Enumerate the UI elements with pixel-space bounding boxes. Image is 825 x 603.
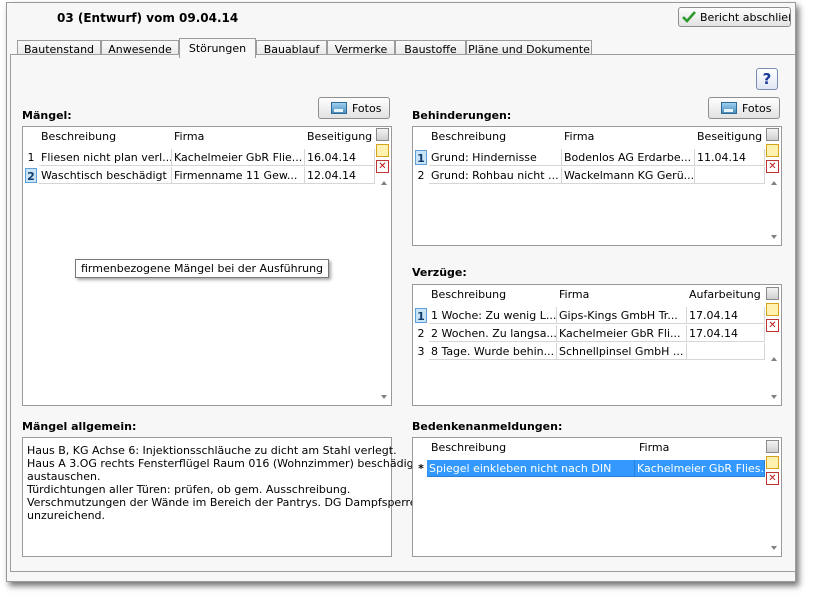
cell-beschreibung[interactable]: Spiegel einkleben nicht nach DIN [427, 460, 635, 477]
help-button[interactable]: ? [756, 68, 778, 90]
photo-icon [331, 102, 347, 114]
bedenken-new-icon[interactable] [766, 456, 779, 469]
checkmark-icon [682, 11, 696, 23]
memo-line: Haus B, KG Achse 6: Injektionsschläuche … [27, 444, 397, 457]
cell-beseitigung[interactable]: 11.04.14 [695, 149, 765, 166]
col-header-aufarbeitung[interactable]: Aufarbeitung [689, 288, 761, 301]
table-row[interactable]: 3 8 Tage. Wurde behin... Schnellpinsel G… [413, 343, 765, 360]
cell-firma[interactable]: Kachelmeier GbR Flie... [172, 149, 305, 166]
maengel-new-icon[interactable] [376, 144, 389, 157]
col-header-firma[interactable]: Firma [174, 130, 204, 143]
row-number: 2 [25, 168, 37, 183]
photo-icon [721, 102, 737, 114]
col-header-beseitigung[interactable]: Beseitigung [307, 130, 372, 143]
cell-firma[interactable]: Gips-Kings GmbH Tr... [557, 307, 687, 324]
scrollbar[interactable] [377, 147, 391, 405]
tab-stoerungen[interactable]: Störungen [179, 38, 256, 58]
bedenken-grid[interactable]: Beschreibung Firma * Spiegel einkleben n… [412, 437, 782, 557]
cell-firma[interactable]: Wackelmann KG Gerü... [562, 167, 695, 184]
cell-firma[interactable]: Firmenname 11 Gew... [172, 167, 305, 184]
table-row[interactable]: 2 Grund: Rohbau nicht ... Wackelmann KG … [413, 167, 765, 184]
cell-beschreibung[interactable]: Fliesen nicht plan verl... [39, 149, 172, 166]
table-row[interactable]: 2 2 Wochen. Zu langsa... Kachelmeier GbR… [413, 325, 765, 342]
row-number: 1 [27, 151, 35, 164]
table-row[interactable]: 1 Grund: Hindernisse Bodenlos AG Erdarbe… [413, 149, 765, 166]
scroll-down-icon[interactable] [381, 395, 387, 399]
col-header-beschreibung[interactable]: Beschreibung [431, 130, 506, 143]
bedenken-title: Bedenkenanmeldungen: [412, 420, 563, 433]
maengel-search-icon[interactable] [376, 128, 389, 141]
col-header-firma[interactable]: Firma [639, 441, 669, 454]
cell-beschreibung[interactable]: Waschtisch beschädigt [39, 167, 172, 184]
col-header-firma[interactable]: Firma [559, 288, 589, 301]
scroll-up-icon[interactable] [771, 357, 777, 361]
verzuege-title: Verzüge: [412, 266, 467, 279]
col-header-beschreibung[interactable]: Beschreibung [431, 441, 506, 454]
cell-beschreibung[interactable]: Grund: Hindernisse [429, 149, 562, 166]
col-header-beschreibung[interactable]: Beschreibung [431, 288, 506, 301]
maengel-photos-button[interactable]: Fotos [318, 97, 390, 119]
table-row[interactable]: 1 Fliesen nicht plan verl... Kachelmeier… [23, 149, 375, 166]
table-row[interactable]: 1 1 Woche: Zu wenig L... Gips-Kings GmbH… [413, 307, 765, 324]
photos-label: Fotos [352, 101, 382, 115]
verzuege-search-icon[interactable] [766, 287, 779, 300]
cell-beschreibung[interactable]: 2 Wochen. Zu langsa... [429, 325, 557, 342]
memo-line: Haus A 3.OG rechts Fensterflügel Raum 01… [27, 457, 435, 470]
behinderungen-title: Behinderungen: [412, 109, 512, 122]
memo-line: Türdichtungen aller Türen: prüfen, ob ge… [27, 483, 351, 496]
window-title: 03 (Entwurf) vom 09.04.14 [57, 11, 239, 25]
bedenken-search-icon[interactable] [766, 440, 779, 453]
cell-aufarbeitung[interactable]: 17.04.14 [687, 325, 765, 342]
finish-report-button[interactable]: Bericht abschließe [678, 7, 791, 27]
cell-firma[interactable]: Bodenlos AG Erdarbe... [562, 149, 695, 166]
maengel-title: Mängel: [22, 109, 72, 122]
behinderungen-new-icon[interactable] [766, 144, 779, 157]
verzuege-delete-icon[interactable]: ✕ [766, 319, 779, 332]
cell-firma[interactable]: Kachelmeier GbR Flies... [635, 460, 765, 477]
col-header-firma[interactable]: Firma [564, 130, 594, 143]
row-number: 1 [415, 150, 427, 165]
cell-aufarbeitung[interactable] [687, 343, 765, 360]
row-number: 1 [415, 308, 427, 323]
memo-line: austauschen. [27, 470, 101, 483]
memo-line: unzureichend. [27, 509, 106, 522]
maengel-tooltip: firmenbezogene Mängel bei der Ausführung [75, 259, 330, 278]
behinderungen-grid[interactable]: Beschreibung Firma Beseitigung 1 Grund: … [412, 126, 782, 246]
scroll-down-icon[interactable] [771, 235, 777, 239]
row-number: * [418, 462, 424, 475]
bedenken-delete-icon[interactable]: ✕ [766, 472, 779, 485]
behinderungen-search-icon[interactable] [766, 128, 779, 141]
cell-beseitigung[interactable]: 12.04.14 [305, 167, 375, 184]
row-number: 2 [417, 169, 425, 182]
scroll-down-icon[interactable] [771, 546, 777, 550]
behinderungen-photos-button[interactable]: Fotos [708, 97, 780, 119]
verzuege-grid[interactable]: Beschreibung Firma Aufarbeitung 1 1 Woch… [412, 284, 782, 406]
cell-firma[interactable]: Kachelmeier GbR Fli... [557, 325, 687, 342]
maengel-delete-icon[interactable]: ✕ [376, 160, 389, 173]
table-row[interactable]: 2 Waschtisch beschädigt Firmenname 11 Ge… [23, 167, 375, 184]
row-number: 3 [417, 345, 425, 358]
cell-beseitigung[interactable] [695, 167, 765, 184]
cell-aufarbeitung[interactable]: 17.04.14 [687, 307, 765, 324]
table-row[interactable]: * Spiegel einkleben nicht nach DIN Kache… [413, 460, 765, 477]
row-number: 2 [417, 327, 425, 340]
cell-beschreibung[interactable]: 1 Woche: Zu wenig L... [429, 307, 557, 324]
verzuege-new-icon[interactable] [766, 303, 779, 316]
scroll-up-icon[interactable] [771, 181, 777, 185]
memo-line: Verschmutzungen der Wände im Bereich der… [27, 496, 417, 509]
col-header-beschreibung[interactable]: Beschreibung [41, 130, 116, 143]
cell-beschreibung[interactable]: Grund: Rohbau nicht ... [429, 167, 562, 184]
cell-firma[interactable]: Schnellpinsel GmbH ... [557, 343, 687, 360]
photos-label: Fotos [742, 101, 772, 115]
finish-report-label: Bericht abschließe [700, 10, 790, 24]
scroll-down-icon[interactable] [771, 395, 777, 399]
behinderungen-delete-icon[interactable]: ✕ [766, 160, 779, 173]
maengel-allgemein-textarea[interactable]: Haus B, KG Achse 6: Injektionsschläuche … [22, 437, 435, 557]
maengel-allgemein-title: Mängel allgemein: [22, 420, 137, 433]
scroll-up-icon[interactable] [381, 181, 387, 185]
col-header-beseitigung[interactable]: Beseitigung [697, 130, 762, 143]
cell-beseitigung[interactable]: 16.04.14 [305, 149, 375, 166]
cell-beschreibung[interactable]: 8 Tage. Wurde behin... [429, 343, 557, 360]
